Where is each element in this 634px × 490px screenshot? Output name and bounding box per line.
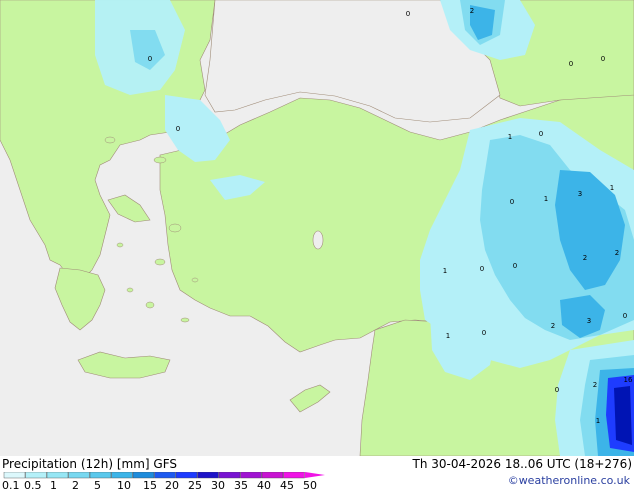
value-label: 0	[539, 130, 543, 138]
value-label: 0	[480, 265, 484, 273]
scale-boxes	[3, 472, 305, 479]
scale-box	[261, 472, 284, 479]
scale-tick: 10	[117, 479, 131, 490]
value-label: 2	[593, 381, 597, 389]
scale-box	[68, 472, 90, 479]
scale-box	[154, 472, 176, 479]
precipitation-map: 2 0 0 0 0 0 1 0 0 1 3 1 2 2 1 0 0 1 0 2 …	[0, 0, 634, 456]
value-label: 2	[583, 254, 587, 262]
scale-box	[46, 472, 69, 479]
value-label: 0	[513, 262, 517, 270]
scale-tick: 0.5	[24, 479, 42, 490]
value-label: 1	[508, 133, 512, 141]
value-label: 0	[569, 60, 573, 68]
scale-box	[240, 472, 262, 479]
scale-tick: 50	[303, 479, 317, 490]
scale-tick: 2	[72, 479, 79, 490]
value-label: 0	[176, 125, 180, 133]
scale-box	[132, 472, 155, 479]
value-label: 2	[470, 7, 474, 15]
scale-box	[283, 472, 305, 479]
value-label: 0	[482, 329, 486, 337]
scale-tick: 40	[257, 479, 271, 490]
scale-tick: 35	[234, 479, 248, 490]
scale-box	[111, 472, 133, 479]
scale-box	[25, 472, 47, 479]
value-label: 0	[623, 312, 627, 320]
scale-tick: 15	[143, 479, 157, 490]
scale-tick: 20	[165, 479, 179, 490]
value-label: 1	[596, 417, 600, 425]
scale-tick: 0.1	[2, 479, 20, 490]
value-label: 0	[555, 386, 559, 394]
scale-box	[218, 472, 241, 479]
value-label: 0	[510, 198, 514, 206]
scale-tick: 45	[280, 479, 294, 490]
value-label: 0	[406, 10, 410, 18]
value-label: 1	[443, 267, 447, 275]
scale-box	[3, 472, 26, 479]
valid-time: Th 30-04-2026 18..06 UTC (18+276)	[412, 457, 632, 471]
value-label: 1	[544, 195, 548, 203]
color-scale: 0.1 0.5 1 2 5 10 15 20 25 30 35 40 45 50	[2, 472, 325, 490]
value-label: 0	[148, 55, 152, 63]
scale-tick: 30	[211, 479, 225, 490]
scale-ticks: 0.1 0.5 1 2 5 10 15 20 25 30 35 40 45 50	[2, 479, 317, 490]
value-label: 2	[551, 322, 555, 330]
legend-title: Precipitation (12h) [mm] GFS	[2, 457, 178, 471]
value-label: 1	[446, 332, 450, 340]
scale-arrow	[305, 472, 325, 478]
lake-tuz	[312, 230, 324, 250]
scale-tick: 25	[188, 479, 202, 490]
scale-box	[175, 472, 198, 479]
value-label: 16	[624, 376, 633, 384]
value-label: 2	[615, 249, 619, 257]
scale-tick: 5	[94, 479, 101, 490]
value-label: 3	[587, 317, 591, 325]
scale-tick: 1	[50, 479, 57, 490]
value-label: 1	[610, 184, 614, 192]
value-label: 3	[578, 190, 582, 198]
scale-box	[197, 472, 219, 479]
scale-box	[89, 472, 112, 479]
value-label: 0	[601, 55, 605, 63]
